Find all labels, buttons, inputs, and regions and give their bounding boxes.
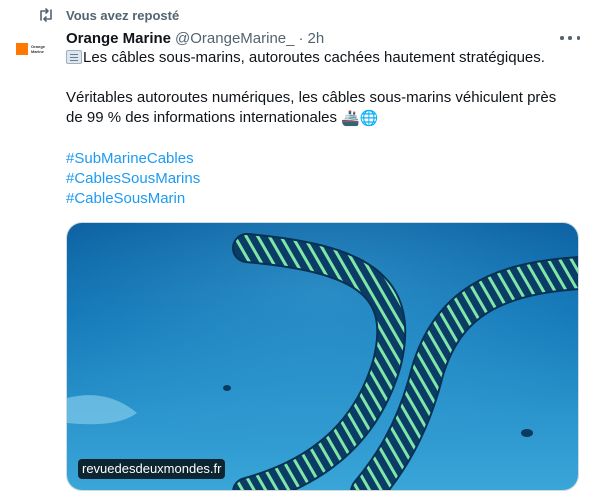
tweet-media[interactable]: revuedesdeuxmondes.fr bbox=[66, 222, 579, 491]
tweet-time[interactable]: 2h bbox=[307, 30, 324, 47]
tweet-line-3: de 99 % des informations internationales… bbox=[66, 109, 379, 127]
orange-logo-icon bbox=[16, 43, 28, 55]
newspaper-icon bbox=[66, 50, 82, 64]
avatar[interactable]: Orange Marine bbox=[16, 37, 56, 61]
tweet-line-2: Véritables autoroutes numériques, les câ… bbox=[66, 89, 557, 106]
author-name[interactable]: Orange Marine bbox=[66, 30, 171, 47]
avatar-brand-text: Orange Marine bbox=[31, 44, 46, 54]
repost-label: Vous avez reposté bbox=[66, 7, 180, 23]
hashtag-link[interactable]: #CablesSousMarins bbox=[66, 170, 200, 187]
tweet-header: Orange Marine @OrangeMarine_ · 2h bbox=[66, 28, 324, 48]
author-handle[interactable]: @OrangeMarine_ bbox=[175, 30, 294, 47]
separator-dot: · bbox=[298, 29, 304, 47]
source-label[interactable]: revuedesdeuxmondes.fr bbox=[78, 459, 226, 479]
more-horizontal-icon bbox=[560, 36, 564, 40]
ship-icon: 🚢 bbox=[341, 110, 360, 127]
repost-icon bbox=[37, 6, 55, 24]
tweet-text: Les câbles sous-marins, autoroutes caché… bbox=[66, 48, 581, 209]
hashtag-link[interactable]: #SubMarineCables bbox=[66, 150, 194, 167]
globe-icon: 🌐 bbox=[359, 110, 379, 127]
undersea-cable-image bbox=[67, 223, 578, 490]
tweet-line-1: Les câbles sous-marins, autoroutes caché… bbox=[66, 48, 581, 68]
more-options-button[interactable] bbox=[560, 30, 580, 46]
repost-indicator: Vous avez reposté bbox=[37, 6, 179, 24]
hashtag-link[interactable]: #CableSousMarin bbox=[66, 190, 185, 207]
